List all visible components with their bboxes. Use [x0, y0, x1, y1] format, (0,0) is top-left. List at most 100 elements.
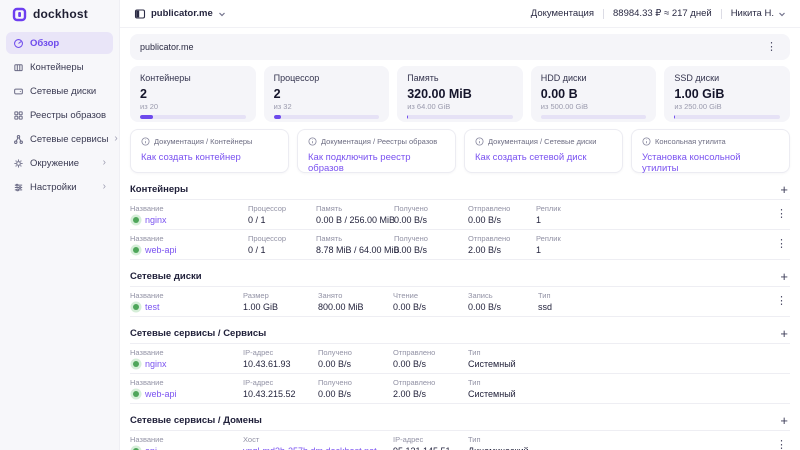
service-name-link[interactable]: web-api: [145, 389, 177, 399]
content: publicator.me ⋮ Контейнеры 2 из 20 Проце…: [120, 28, 800, 450]
progress-bar: [274, 115, 380, 119]
add-container-button[interactable]: +: [778, 183, 790, 196]
info-icon: [308, 137, 317, 146]
domain-host-link[interactable]: vngl-md3b-257h.dm.dockhost.net: [243, 446, 393, 450]
sidebar-item-label: Сетевые сервисы: [30, 134, 108, 145]
cell-label: Отправлено: [393, 378, 468, 387]
service-name-link[interactable]: nginx: [145, 359, 167, 369]
doc-link[interactable]: Установка консольной утилиты: [642, 152, 779, 174]
cell-label: Занято: [318, 291, 393, 300]
disk-name-link[interactable]: test: [145, 302, 160, 312]
cell-value: 2.00 B/s: [468, 245, 536, 255]
sidebar-item-image-registries[interactable]: Реестры образов: [6, 104, 113, 126]
cell-value: 0.00 B/s: [394, 215, 468, 225]
project-selector[interactable]: publicator.me: [134, 8, 226, 20]
sidebar-item-network-services[interactable]: Сетевые сервисы ›: [6, 128, 113, 150]
stat-value: 0.00 B: [541, 87, 647, 101]
container-name-link[interactable]: nginx: [145, 215, 167, 225]
container-name-link[interactable]: web-api: [145, 245, 177, 255]
stat-card-hdd: HDD диски 0.00 B из 500.00 GiB: [531, 66, 657, 122]
cell-value: Системный: [468, 359, 772, 369]
row-menu-button[interactable]: ⋮: [773, 294, 790, 309]
row-menu-button[interactable]: ⋮: [773, 438, 790, 450]
table-row: Названиеnginx IP-адрес10.43.61.93 Получе…: [130, 343, 790, 373]
doc-card-network-disks: Документация / Сетевые диски Как создать…: [464, 129, 623, 173]
cell-label: Реплик: [536, 234, 772, 243]
progress-fill: [407, 115, 408, 119]
project-card: publicator.me ⋮: [130, 34, 790, 60]
section-title: Сетевые диски: [130, 271, 202, 282]
main-area: publicator.me Документация 88984.33 ₽ ≈ …: [120, 0, 800, 450]
doc-card-containers: Документация / Контейнеры Как создать ко…: [130, 129, 289, 173]
project-card-name: publicator.me: [140, 42, 194, 52]
cell-label: Отправлено: [393, 348, 468, 357]
section-title: Сетевые сервисы / Сервисы: [130, 328, 266, 339]
section-title: Сетевые сервисы / Домены: [130, 415, 262, 426]
progress-fill: [274, 115, 281, 119]
cell-label: Получено: [394, 234, 468, 243]
environment-icon: [13, 158, 24, 169]
sidebar-item-label: Окружение: [30, 158, 79, 169]
project-card-menu-button[interactable]: ⋮: [763, 40, 780, 55]
cell-value: 10.43.61.93: [243, 359, 318, 369]
doc-category-label: Документация / Сетевые диски: [488, 137, 596, 146]
cell-value: 0.00 B/s: [318, 389, 393, 399]
progress-fill: [140, 115, 153, 119]
sidebar-item-label: Сетевые диски: [30, 86, 96, 97]
section-containers-header: Контейнеры +: [130, 182, 790, 196]
cell-value: ssd: [538, 302, 772, 312]
sidebar-item-network-disks[interactable]: Сетевые диски: [6, 80, 113, 102]
logo: dockhost: [0, 0, 119, 28]
sidebar-item-environment[interactable]: Окружение ›: [6, 152, 113, 174]
section-services-header: Сетевые сервисы / Сервисы +: [130, 326, 790, 340]
cell-label: Название: [130, 435, 243, 444]
sidebar-item-containers[interactable]: Контейнеры: [6, 56, 113, 78]
cell-value: 0.00 B/s: [393, 302, 468, 312]
row-menu-button[interactable]: ⋮: [773, 237, 790, 252]
sidebar-item-settings[interactable]: Настройки ›: [6, 176, 113, 198]
progress-bar: [541, 115, 647, 119]
cell-label: Размер: [243, 291, 318, 300]
documentation-link[interactable]: Документация: [531, 8, 594, 19]
add-domain-button[interactable]: +: [778, 414, 790, 427]
cell-label: Хост: [243, 435, 393, 444]
cell-value: 1.00 GiB: [243, 302, 318, 312]
doc-cards-row: Документация / Контейнеры Как создать ко…: [130, 129, 790, 173]
stat-card-cpu: Процессор 2 из 32: [264, 66, 390, 122]
doc-link[interactable]: Как создать сетевой диск: [475, 152, 587, 163]
containers-table: Названиеnginx Процессор0 / 1 Память0.00 …: [130, 199, 790, 260]
info-icon: [475, 137, 484, 146]
cell-label: Тип: [468, 348, 772, 357]
doc-category-label: Документация / Реестры образов: [321, 137, 437, 146]
table-row: Названиеweb-api Процессор0 / 1 Память8.7…: [130, 229, 790, 259]
cell-value: 0 / 1: [248, 245, 316, 255]
settings-icon: [13, 182, 24, 193]
add-service-button[interactable]: +: [778, 327, 790, 340]
cell-label: Память: [316, 234, 394, 243]
row-menu-button[interactable]: ⋮: [773, 207, 790, 222]
sidebar-item-label: Реестры образов: [30, 110, 106, 121]
cell-label: Тип: [468, 435, 772, 444]
user-menu[interactable]: Никита Н.: [731, 8, 786, 19]
domain-name-link[interactable]: api: [145, 446, 157, 450]
sidebar-item-overview[interactable]: Обзор: [6, 32, 113, 54]
topbar-right: Документация 88984.33 ₽ ≈ 217 дней Никит…: [531, 8, 786, 19]
section-network-disks-header: Сетевые диски +: [130, 269, 790, 283]
doc-category: Документация / Сетевые диски: [475, 137, 612, 146]
add-disk-button[interactable]: +: [778, 270, 790, 283]
doc-link[interactable]: Как подключить реестр образов: [308, 152, 445, 174]
status-ok-dot: [133, 361, 139, 367]
info-icon: [141, 137, 150, 146]
progress-bar: [674, 115, 780, 119]
doc-link[interactable]: Как создать контейнер: [141, 152, 241, 163]
sidebar-item-label: Обзор: [30, 38, 59, 49]
chevron-down-icon: [218, 10, 226, 18]
cell-value: 95.131.145.51: [393, 446, 468, 450]
sidebar-item-label: Контейнеры: [30, 62, 84, 73]
section-domains-header: Сетевые сервисы / Домены +: [130, 413, 790, 427]
stat-limit: из 64.00 GiB: [407, 102, 513, 111]
section-title: Контейнеры: [130, 184, 188, 195]
overview-icon: [13, 38, 24, 49]
cell-value: 0.00 B / 256.00 MiB: [316, 215, 394, 225]
stat-limit: из 32: [274, 102, 380, 111]
